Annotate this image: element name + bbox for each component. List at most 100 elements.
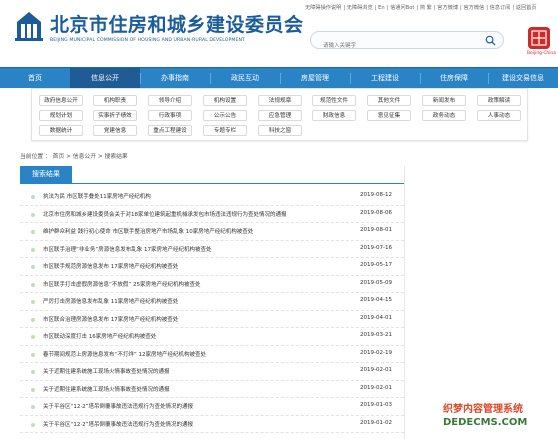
list-item: 执法为民 市区联手叠处11家房地产经纪机构 2019-08-12 (20, 188, 404, 206)
bullet-icon (31, 370, 35, 374)
subnav-item-special-topics[interactable]: 专题专栏 (203, 125, 247, 136)
subnav-item-key-projects[interactable]: 重点工程建设 (148, 125, 192, 136)
emblem-logo-icon[interactable] (14, 8, 44, 44)
nav-item-construction[interactable]: 工程建设 (350, 68, 420, 89)
subnav-item-performance[interactable]: 实事折子绩效 (93, 110, 137, 121)
top-link-chinese[interactable]: 简 繁 (420, 5, 432, 11)
site-header: 北京市住房和城乡建设委员会 BEIJING MUNICIPAL COMMISSI… (0, 0, 558, 66)
watermark-line-2: DEDECMS.COM (443, 417, 528, 428)
watermark-line-1: 织梦内容管理系统 (443, 404, 523, 415)
result-date: 2019-01-03 (360, 402, 392, 408)
result-link[interactable]: 北京市住房和城乡建设委员会关于对18家单位建筑起重机械承发包市场违法违规行为查处… (43, 210, 287, 218)
top-link-wechat[interactable]: 官方微信 (463, 5, 484, 11)
nav-item-housing-management[interactable]: 房屋管理 (280, 68, 350, 89)
result-date: 2019-08-12 (360, 192, 392, 198)
bullet-icon (31, 335, 35, 339)
top-link-accessibility-guide[interactable]: 无障碍操作说明 (305, 5, 341, 11)
nav-item-service-guide[interactable]: 办事指南 (140, 68, 210, 89)
bullet-icon (31, 422, 35, 427)
subnav-item-finance[interactable]: 财政信息 (312, 110, 356, 121)
result-date: 2019-02-19 (360, 349, 392, 356)
subnav-item-admin-matters[interactable]: 行政事项 (148, 110, 192, 121)
subnav-item-normative-docs[interactable]: 规范性文件 (312, 95, 356, 106)
result-date: 2019-01-02 (360, 419, 392, 426)
list-item: 春节期间规范上房源信息发布“不打烊” 12家房地产经纪机构被查处 2019-02-… (20, 346, 404, 363)
nav-item-interaction[interactable]: 政民互动 (210, 68, 280, 89)
result-date: 2019-07-16 (360, 244, 392, 251)
subnav-item-party-building[interactable]: 党建信息 (93, 125, 137, 136)
subnav-item-gov-info[interactable]: 政府信息公开 (39, 95, 83, 106)
subnav-item-policy-interpretation[interactable]: 政策解读 (477, 95, 521, 106)
bullet-icon (31, 230, 35, 234)
subnav-item-personnel[interactable]: 人事动态 (477, 110, 521, 121)
main-nav: 首页 信息公开 办事指南 政民互动 房屋管理 工程建设 住房保障 建设交易信息 (0, 67, 558, 89)
subnav-item-planning[interactable]: 规划计划 (39, 110, 83, 121)
top-link-accessibility[interactable]: 无障碍浏览 (347, 5, 373, 11)
result-link[interactable]: 严厉打击房源信息发布乱象 11家房地产经纪机构被查处 (43, 297, 178, 305)
bullet-icon (31, 405, 35, 409)
list-item: 关于近期住建系统施工现场火情事故查处情况的通报 2019-02-01 (20, 381, 404, 398)
result-date: 2019-04-15 (360, 297, 392, 303)
results-list: 执法为民 市区联手叠处11家房地产经纪机构 2019-08-12 北京市住房和城乡… (20, 188, 404, 433)
subnav-item-announcements[interactable]: 公示公告 (203, 110, 247, 121)
tab-search-results[interactable]: 搜索结果 (20, 166, 72, 183)
bullet-icon (31, 387, 35, 392)
nav-item-info-disclosure[interactable]: 信息公开 (70, 68, 140, 89)
site-title[interactable]: 北京市住房和城乡建设委员会 (50, 10, 304, 37)
subnav-item-gov-news[interactable]: 政务动态 (422, 110, 466, 121)
subnav-item-organization[interactable]: 机构设置 (203, 95, 247, 106)
breadcrumb: 当前位置 ： 首页 > 信息公开 > 搜索结果 (20, 154, 128, 160)
subnav-item-emergency[interactable]: 应急管理 (258, 110, 302, 121)
result-link[interactable]: 市区联合治理房源信息发布 17家房地产经纪机构被查处 (43, 315, 178, 323)
list-item: 市区联手治理“非业务”房源信息发布乱象 17家房地产经纪机构被查处 2019-07… (20, 241, 404, 258)
result-date: 2019-03-21 (360, 332, 392, 338)
bullet-icon (31, 317, 35, 322)
nav-item-housing-security[interactable]: 住房保障 (420, 68, 488, 89)
subnav-item-statistics[interactable]: 数据统计 (39, 125, 83, 136)
top-link-subscribe[interactable]: 信息订阅 (490, 5, 511, 11)
subnav-item-other-docs[interactable]: 其他文件 (367, 95, 411, 106)
subnav-item-duties[interactable]: 机构职责 (93, 95, 137, 106)
results-border (404, 166, 405, 439)
list-item: 北京市住房和城乡建设委员会关于对18家单位建筑起重机械承发包市场违法违规行为查处… (20, 206, 404, 223)
top-link-english[interactable]: En (378, 5, 385, 11)
bullet-icon (31, 352, 35, 357)
nav-item-trading-info[interactable]: 建设交易信息 (488, 68, 558, 89)
bullet-icon (31, 212, 35, 217)
list-item: 严厉打击房源信息发布乱象 11家房地产经纪机构被查处 2019-04-15 (20, 293, 404, 311)
result-link[interactable]: 执法为民 市区联手叠处11家房地产经纪机构 (43, 192, 151, 200)
list-item: 市区联手规范房源信息发布 17家房地产经纪机构被查处 2019-05-17 (20, 258, 404, 276)
result-link[interactable]: 关于近期住建系统施工现场火情事故查处情况的通报 (43, 385, 170, 393)
search-box (310, 31, 504, 54)
subnav-item-press[interactable]: 新闻发布 (422, 95, 466, 106)
top-link-weibo[interactable]: 官方微博 (437, 5, 458, 11)
list-item: 市区联动深度打击 16家房地产经纪机构被查处 2019-03-21 (20, 328, 404, 346)
search-input[interactable] (311, 38, 471, 54)
list-item: 市区联合治理房源信息发布 17家房地产经纪机构被查处 2019-04-01 (20, 311, 404, 328)
top-link-home[interactable]: 返回首页 (516, 5, 537, 11)
result-link[interactable]: 市区联手规范房源信息发布 17家房地产经纪机构被查处 (43, 262, 178, 270)
result-date: 2019-08-06 (360, 209, 392, 216)
search-icon[interactable] (485, 35, 496, 46)
result-link[interactable]: 关于近期住建系统施工现场火情事故查处情况的通报 (43, 367, 170, 375)
result-link[interactable]: 市区联手治理“非业务”房源信息发布乱象 17家房地产经纪机构被查处 (43, 245, 211, 253)
result-date: 2019-02-01 (360, 367, 392, 373)
result-link[interactable]: 市区联手打击虚假房源信息“不放假” 25家房地产经纪机构被查处 (43, 280, 200, 288)
result-link[interactable]: 维护群众利益 践行初心使命 市区联手整治房地产市场乱象 10家房地产经纪机构被查… (43, 227, 253, 235)
subnav-item-technology[interactable]: 科技之窗 (258, 125, 302, 136)
top-links: 无障碍操作说明 | 无障碍浏览 | En | 信通问Bot | 简 繁 | 官方微博 | 官… (305, 5, 537, 11)
subnav-item-leaders[interactable]: 领导介绍 (148, 95, 192, 106)
subnav-item-regulations[interactable]: 法规规章 (258, 95, 302, 106)
result-link[interactable]: 市区联动深度打击 16家房地产经纪机构被查处 (43, 332, 156, 340)
result-date: 2019-08-01 (360, 227, 392, 233)
seal-caption: Beijing·China (527, 51, 556, 56)
result-link[interactable]: 春节期间规范上房源信息发布“不打烊” 12家房地产经纪机构被查处 (43, 350, 206, 358)
nav-item-home[interactable]: 首页 (0, 68, 70, 89)
list-item: 维护群众利益 践行初心使命 市区联手整治房地产市场乱象 10家房地产经纪机构被查… (20, 223, 404, 241)
watermark: 织梦内容管理系统 DEDECMS.COM (443, 400, 555, 428)
result-link[interactable]: 关于平谷区“12·2”塔吊倒覆事故违法违规行为查处情况的通报 (43, 402, 193, 410)
result-date: 2019-02-01 (360, 384, 392, 391)
top-link-bot[interactable]: 信通问Bot (390, 5, 414, 11)
subnav-item-consultation[interactable]: 意见征集 (367, 110, 411, 121)
result-link[interactable]: 关于平谷区“12·2”塔吊倒覆事故违法违规行为查处情况的通报 (43, 420, 193, 428)
